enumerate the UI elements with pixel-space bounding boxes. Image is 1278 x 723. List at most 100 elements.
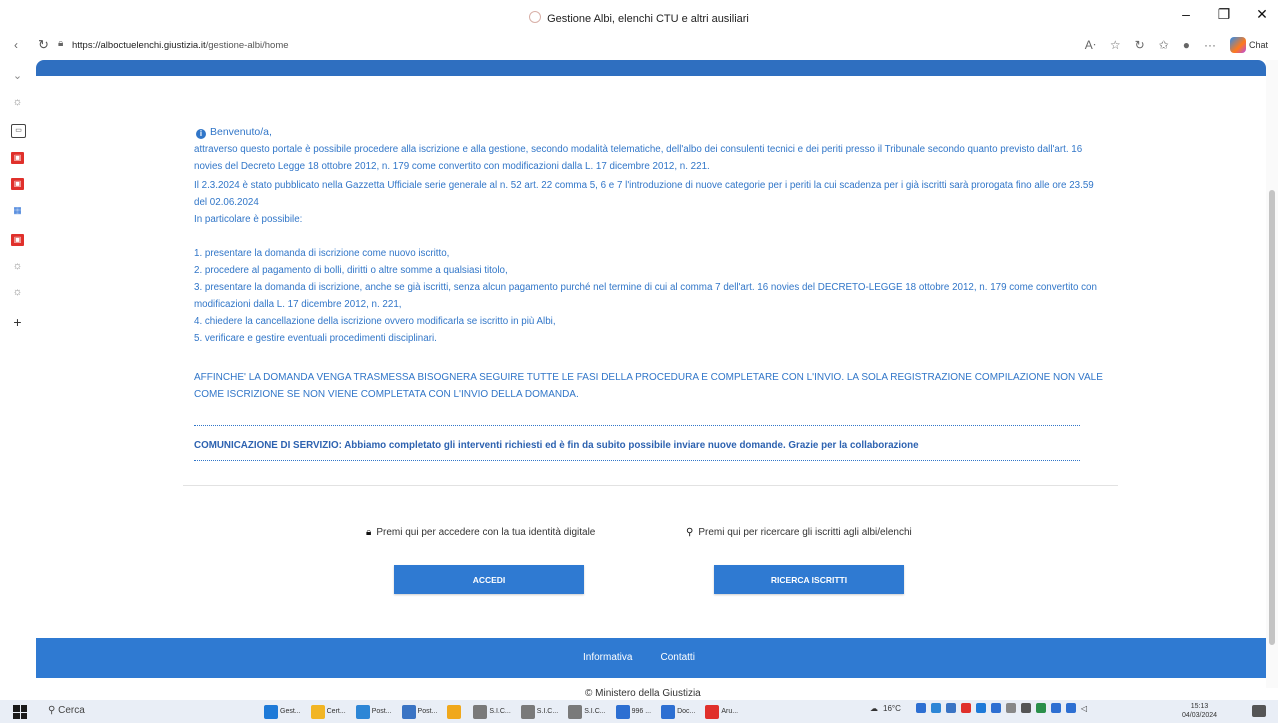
browser-title-bar: Gestione Albi, elenchi CTU e altri ausil… [0, 0, 1278, 34]
url-domain: https://alboctuelenchi.giustizia.it [72, 40, 206, 51]
taskbar-app-label: 996 ... [631, 708, 652, 715]
app-red-icon[interactable]: ▣ [11, 234, 24, 246]
welcome-panel: i Benvenuto/a, attraverso questo portale … [183, 120, 1118, 486]
taskbar-clock[interactable]: 15:13 04/03/2024 [1182, 702, 1217, 720]
welcome-heading: i Benvenuto/a, [196, 126, 272, 139]
search-icon: ⚲ [48, 705, 59, 716]
plus-icon[interactable]: + [11, 315, 24, 329]
taskbar-app-label: Doc... [677, 708, 696, 715]
profile-icon[interactable]: ● [1183, 38, 1190, 52]
app-red-icon[interactable]: ▣ [11, 152, 24, 164]
gear-icon[interactable]: ☼ [11, 260, 24, 272]
more-icon[interactable]: ··· [1204, 38, 1216, 52]
tray-icon[interactable] [990, 703, 1001, 713]
lock-icon: 🔒︎ [58, 38, 64, 49]
search-icon: ⚲ [686, 527, 694, 538]
taskbar-app[interactable]: S.I.C... [566, 702, 607, 721]
notice-text: Il 2.3.2024 è stato pubblicato nella Gaz… [194, 180, 1094, 208]
tray-icon[interactable] [975, 703, 986, 713]
tray-icon[interactable] [1005, 703, 1016, 713]
taskbar-app-label: S.I.C... [489, 708, 511, 715]
taskbar-app[interactable]: Post... [354, 702, 394, 721]
welcome-text: Benvenuto/a, [210, 126, 272, 138]
read-aloud-icon[interactable]: Aᐧ [1085, 38, 1096, 52]
taskbar-app[interactable]: S.I.C... [519, 702, 560, 721]
footer-link-informativa[interactable]: Informativa [583, 652, 632, 663]
taskbar-app[interactable] [445, 702, 465, 721]
taskbar-app-label: Cert... [326, 708, 346, 715]
taskbar-app[interactable]: S.I.C... [471, 702, 512, 721]
copyright-text: © Ministero della Giustizia [585, 688, 701, 699]
volume-icon[interactable]: ◁ [1081, 704, 1087, 713]
windows-start-icon[interactable] [13, 705, 27, 719]
list-item: 4. chiedere la cancellazione della iscri… [194, 316, 556, 327]
mail-icon [355, 704, 370, 719]
list-item: 2. procedere al pagamento di bolli, diri… [194, 265, 508, 276]
scrollbar-thumb[interactable] [1269, 190, 1275, 645]
gear-icon [473, 704, 488, 719]
taskbar-app[interactable]: Gest... [262, 702, 303, 721]
refresh-circle-icon[interactable]: ↻ [1135, 38, 1145, 52]
back-icon[interactable]: ‹ [14, 38, 18, 52]
search-hint-text: Premi qui per ricercare gli iscritti agl… [698, 527, 912, 538]
taskbar-app-label: S.I.C... [584, 708, 606, 715]
gear-icon[interactable]: ☼ [11, 96, 24, 108]
app-blue-icon[interactable]: ▦ [11, 204, 24, 216]
store-icon [447, 704, 462, 719]
tray-icon[interactable] [960, 703, 971, 713]
clock-date: 04/03/2024 [1182, 712, 1218, 719]
tab-title[interactable]: Gestione Albi, elenchi CTU e altri ausil… [0, 11, 1278, 25]
lock-icon: 🔒︎ [366, 527, 372, 538]
ricerca-iscritti-button[interactable]: RICERCA ISCRITTI [714, 565, 904, 594]
intro-text: attraverso questo portale è possibile pr… [194, 144, 1083, 172]
tray-icon[interactable] [915, 703, 926, 713]
taskbar-search[interactable]: ⚲ Cerca [48, 705, 85, 716]
tab-title-text: Gestione Albi, elenchi CTU e altri ausil… [547, 13, 749, 25]
chat-button[interactable]: Chat [1229, 37, 1268, 53]
list-item: 1. presentare la domanda di iscrizione c… [194, 248, 450, 259]
taskbar-app[interactable]: Cert... [309, 702, 348, 721]
url-path: /gestione-albi/home [205, 40, 289, 51]
chevron-down-icon[interactable]: ⌄ [11, 70, 24, 82]
tray-icon[interactable] [1050, 703, 1061, 713]
gear-icon [520, 704, 535, 719]
tray-icon[interactable] [1035, 703, 1046, 713]
taskbar-app[interactable]: 996 ... [614, 702, 653, 721]
tray-icon[interactable] [1065, 703, 1076, 713]
mail-icon [401, 704, 416, 719]
notification-icon[interactable] [1252, 705, 1266, 717]
service-notice: COMUNICAZIONE DI SERVIZIO: Abbiamo compl… [194, 440, 919, 451]
close-icon[interactable]: ✕ [1254, 6, 1270, 23]
system-tray: ☁ 16°C ◁ [870, 703, 1087, 713]
tray-icon[interactable] [1020, 703, 1031, 713]
calendar-icon[interactable]: ▭ [11, 124, 26, 138]
list-item: 3. presentare la domanda di iscrizione, … [194, 282, 1097, 310]
accedi-button[interactable]: ACCEDI [394, 565, 584, 594]
tray-icon[interactable] [945, 703, 956, 713]
file-icon [310, 704, 325, 719]
favorites-icon[interactable]: ✩ [1159, 38, 1169, 52]
search-hint: ⚲ Premi qui per ricercare gli iscritti ag… [686, 527, 912, 538]
gear-icon[interactable]: ☼ [11, 286, 24, 298]
pdf-icon [705, 704, 720, 719]
taskbar-app-label: Post... [417, 708, 438, 715]
warning-text: AFFINCHE' LA DOMANDA VENGA TRASMESSA BIS… [194, 372, 1103, 400]
weather-icon[interactable]: ☁ [870, 704, 878, 713]
windows-taskbar: ⚲ Cerca Gest... Cert... Post... Post... … [0, 700, 1278, 723]
favorite-star-icon[interactable]: ☆ [1110, 38, 1121, 52]
taskbar-search-text: Cerca [58, 705, 85, 716]
app-red-icon[interactable]: ▣ [11, 178, 24, 190]
page-footer: Informativa Contatti [36, 638, 1266, 678]
restore-icon[interactable]: ❐ [1216, 6, 1232, 23]
tray-icon[interactable] [930, 703, 941, 713]
taskbar-app[interactable]: Doc... [659, 702, 697, 721]
favicon-icon [529, 11, 542, 23]
taskbar-app[interactable]: Aru... [703, 702, 740, 721]
info-icon: i [196, 129, 206, 139]
temperature[interactable]: 16°C [883, 704, 901, 713]
minimize-icon[interactable]: – [1178, 6, 1194, 23]
footer-link-contatti[interactable]: Contatti [660, 652, 694, 663]
url-field[interactable]: https://alboctuelenchi.giustizia.it/gest… [72, 40, 289, 51]
refresh-icon[interactable]: ↻ [38, 37, 49, 53]
taskbar-app[interactable]: Post... [400, 702, 440, 721]
